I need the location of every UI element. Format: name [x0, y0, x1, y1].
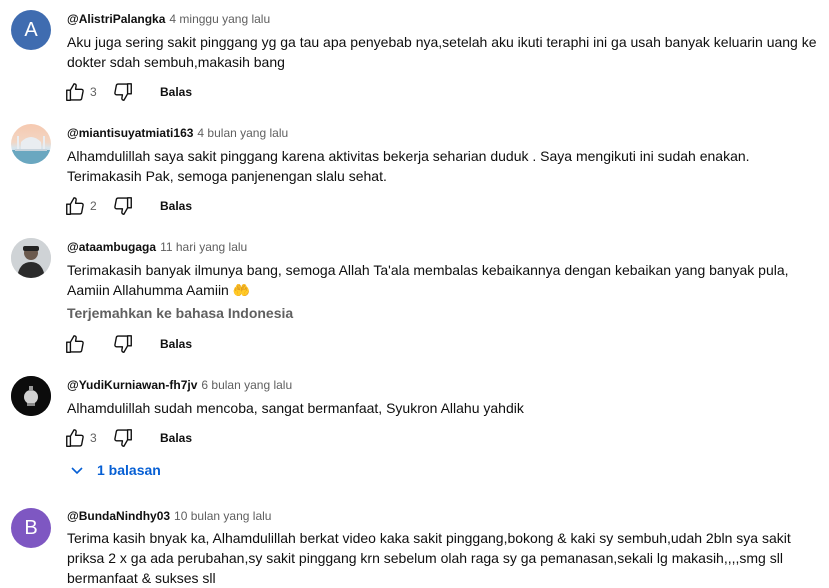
comment-text: Terimakasih banyak ilmunya bang, semoga …: [67, 262, 789, 298]
comment-time[interactable]: 10 bulan yang lalu: [174, 509, 271, 523]
comment-header: @YudiKurniawan-fh7jv 6 bulan yang lalu: [67, 378, 292, 392]
comment-text: Alhamdulillah saya sakit pinggang karena…: [67, 148, 750, 184]
avatar[interactable]: A: [11, 10, 51, 50]
comment-text: Alhamdulillah sudah mencoba, sangat berm…: [67, 400, 524, 416]
like-icon[interactable]: [64, 195, 86, 217]
comment-actions: 2 Balas: [64, 194, 192, 218]
author-name[interactable]: @YudiKurniawan-fh7jv: [67, 378, 197, 392]
like-icon[interactable]: [64, 81, 86, 103]
like-icon[interactable]: [64, 427, 86, 449]
dislike-icon[interactable]: [112, 427, 134, 449]
author-name[interactable]: @ataambugaga: [67, 240, 156, 254]
comment-actions: Balas: [64, 332, 192, 356]
person-photo-icon: [11, 238, 51, 278]
like-count: 3: [90, 85, 97, 99]
avatar[interactable]: [11, 238, 51, 278]
reply-button[interactable]: Balas: [160, 337, 192, 351]
translate-link[interactable]: Terjemahkan ke bahasa Indonesia: [67, 305, 293, 321]
dislike-icon[interactable]: [112, 333, 134, 355]
comment-header: @miantisuyatmiati163 4 bulan yang lalu: [67, 126, 288, 140]
view-replies-button[interactable]: 1 balasan: [69, 462, 161, 478]
avatar[interactable]: B: [11, 508, 51, 548]
author-name[interactable]: @miantisuyatmiati163: [67, 126, 193, 140]
avatar-letter: B: [24, 516, 38, 539]
comment-header: @ataambugaga 11 hari yang lalu: [67, 240, 247, 254]
comment-time[interactable]: 11 hari yang lalu: [160, 240, 247, 254]
comment-time[interactable]: 4 bulan yang lalu: [197, 126, 288, 140]
avatar[interactable]: [11, 124, 51, 164]
comment-text: Aku juga sering sakit pinggang yg ga tau…: [67, 34, 817, 70]
reply-button[interactable]: Balas: [160, 85, 192, 99]
comment-actions: 3 Balas: [64, 80, 192, 104]
comment-text: Terima kasih bnyak ka, Alhamdulillah ber…: [67, 530, 791, 586]
comment-time[interactable]: 6 bulan yang lalu: [201, 378, 292, 392]
reply-button[interactable]: Balas: [160, 431, 192, 445]
like-count: 2: [90, 199, 97, 213]
comment-header: @AlistriPalangka 4 minggu yang lalu: [67, 12, 270, 26]
like-count: 3: [90, 431, 97, 445]
author-name[interactable]: @AlistriPalangka: [67, 12, 165, 26]
reply-button[interactable]: Balas: [160, 199, 192, 213]
chevron-down-icon: [71, 467, 83, 475]
replies-count: 1 balasan: [97, 462, 161, 478]
comment-actions: 3 Balas: [64, 426, 192, 450]
like-icon[interactable]: [64, 333, 86, 355]
avatar[interactable]: [11, 376, 51, 416]
author-name[interactable]: @BundaNindhy03: [67, 509, 170, 523]
mosque-icon: [11, 136, 51, 164]
lantern-icon: [11, 376, 51, 416]
comment-header: @BundaNindhy03 10 bulan yang lalu: [67, 509, 271, 523]
avatar-letter: A: [24, 18, 38, 41]
dislike-icon[interactable]: [112, 81, 134, 103]
dislike-icon[interactable]: [112, 195, 134, 217]
comment-time[interactable]: 4 minggu yang lalu: [169, 12, 270, 26]
